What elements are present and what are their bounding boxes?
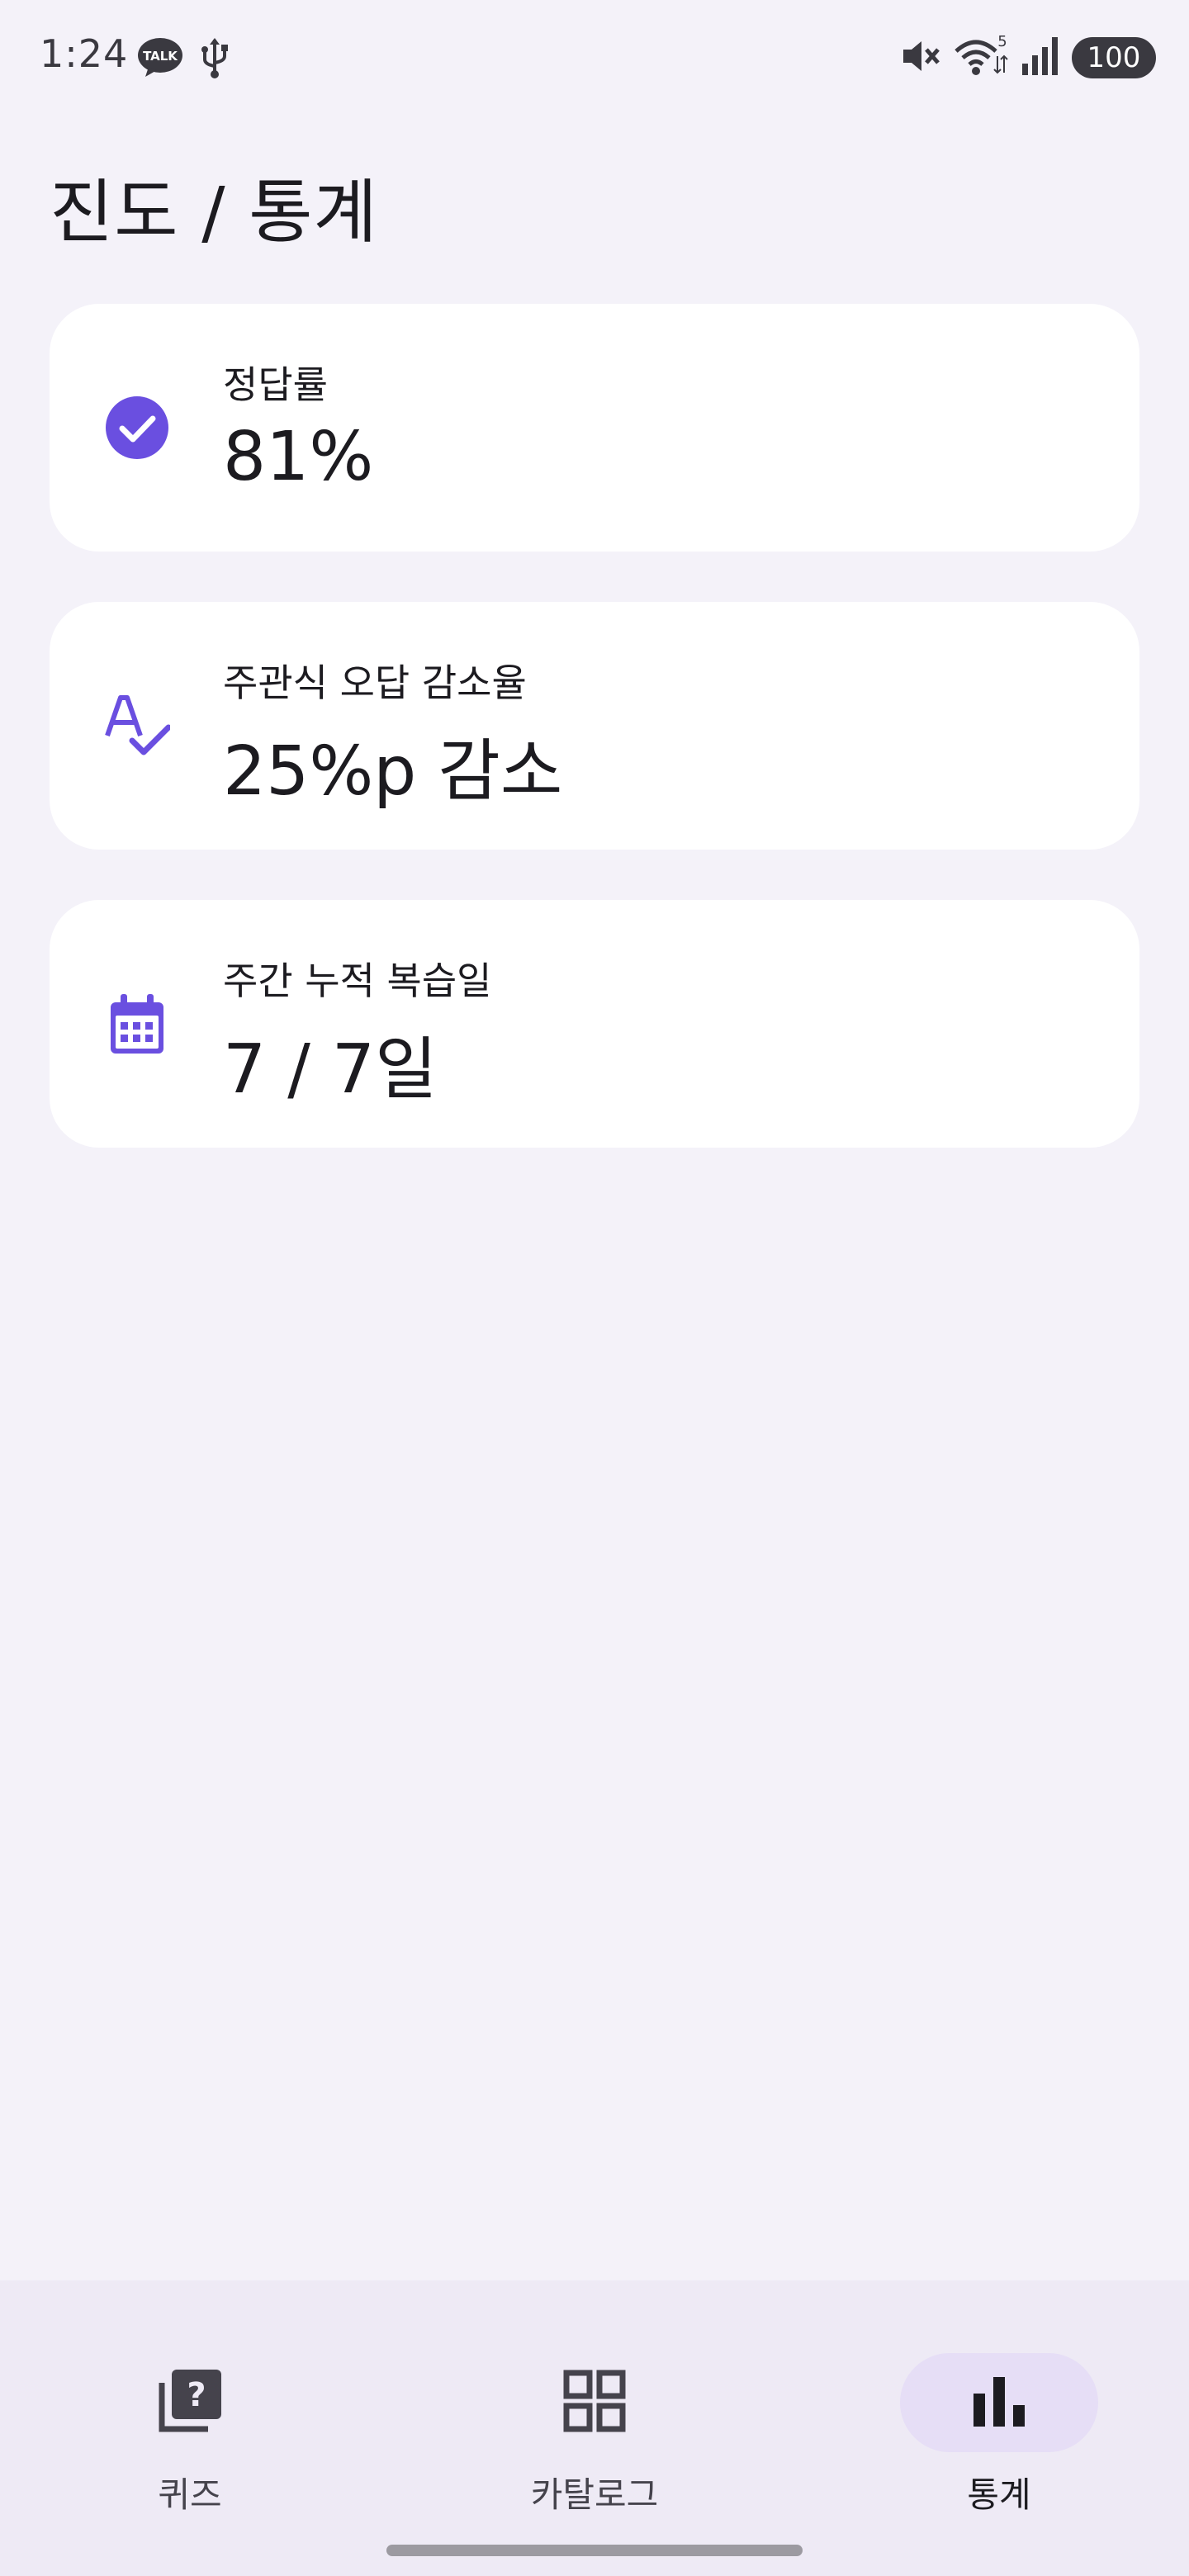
- talk-badge-text: TALK: [143, 49, 178, 64]
- calendar-icon: [104, 991, 170, 1057]
- card-value: 25%p 감소: [223, 732, 563, 811]
- nav-item-catalog[interactable]: 카탈로그: [471, 2315, 718, 2515]
- bottom-navigation: ? 퀴즈 카탈로그 통계: [0, 2280, 1189, 2576]
- status-left-icons: TALK: [137, 36, 231, 83]
- bar-chart-icon: [972, 2374, 1026, 2432]
- grid-icon: [563, 2370, 626, 2436]
- nav-item-stats[interactable]: 통계: [875, 2315, 1123, 2515]
- card-label: 주간 누적 복습일: [223, 959, 492, 1003]
- mute-icon: [898, 35, 941, 81]
- nav-label: 카탈로그: [530, 2474, 659, 2515]
- battery-indicator: 100: [1072, 37, 1156, 78]
- home-indicator[interactable]: [386, 2545, 803, 2556]
- card-label: 정답률: [223, 362, 328, 407]
- page-title: 진도 / 통계: [50, 172, 378, 253]
- stat-card-error-reduction: 주관식 오답 감소율 25%p 감소: [50, 602, 1139, 850]
- spellcheck-icon: [104, 693, 172, 759]
- card-value: 7 / 7일: [223, 1030, 438, 1109]
- check-circle-icon: [104, 395, 170, 461]
- nav-icon-container: [495, 2353, 694, 2452]
- wifi-badge-text: 5: [997, 33, 1007, 50]
- card-label: 주관식 오답 감소율: [223, 661, 527, 705]
- nav-label: 퀴즈: [158, 2474, 222, 2515]
- status-bar: 1:24 TALK 5 100: [0, 0, 1189, 116]
- quiz-icon: ?: [155, 2366, 225, 2439]
- nav-label: 통계: [967, 2474, 1031, 2515]
- nav-icon-container: ?: [91, 2353, 289, 2452]
- nav-icon-container: [900, 2353, 1098, 2452]
- stat-card-accuracy: 정답률 81%: [50, 304, 1139, 552]
- usb-icon: [198, 36, 231, 83]
- wifi-icon: 5: [953, 33, 1009, 83]
- nav-item-quiz[interactable]: ? 퀴즈: [66, 2315, 314, 2515]
- status-time: 1:24: [40, 31, 129, 76]
- stat-card-weekly-review: 주간 누적 복습일 7 / 7일: [50, 900, 1139, 1148]
- status-right-icons: 5 100: [898, 33, 1156, 83]
- kakaotalk-icon: TALK: [137, 37, 183, 82]
- svg-text:?: ?: [187, 2376, 206, 2414]
- signal-icon: [1021, 36, 1060, 80]
- card-value: 81%: [223, 418, 374, 496]
